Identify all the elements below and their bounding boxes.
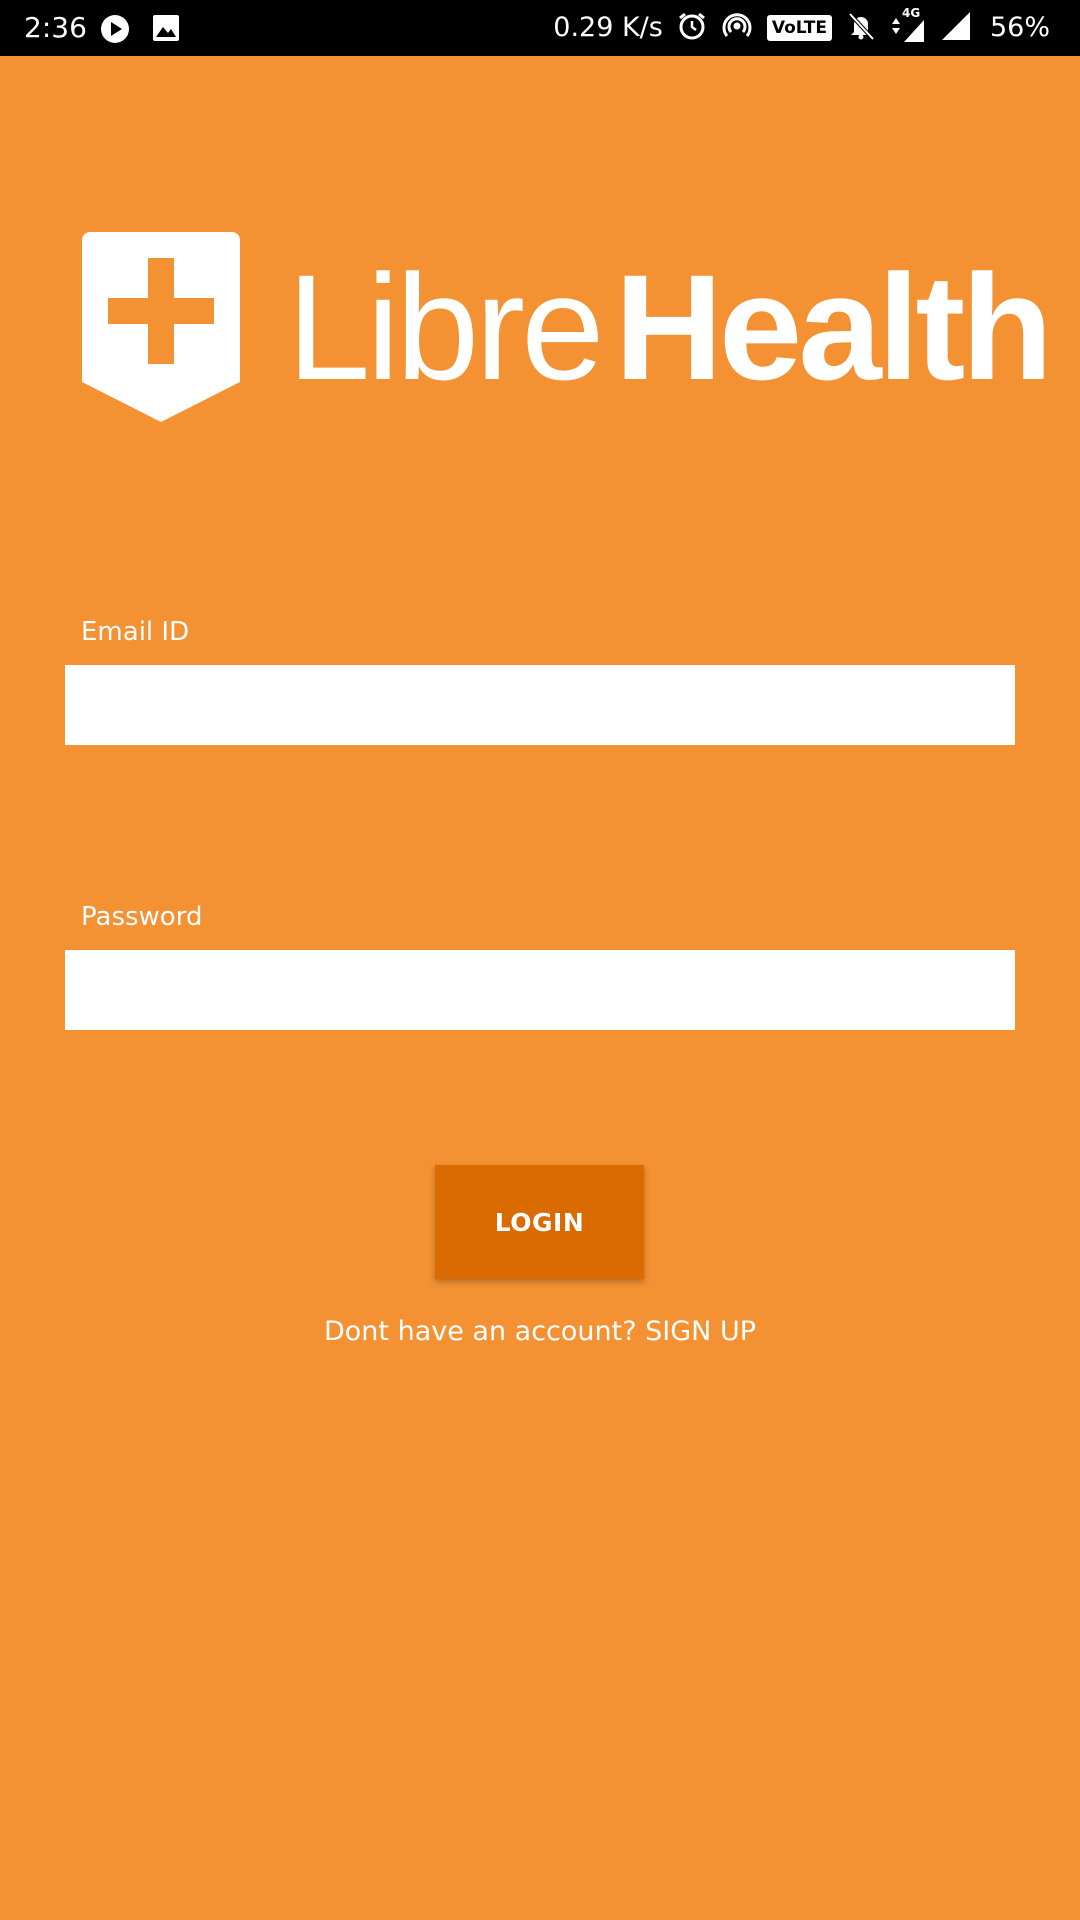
- status-right: 0.29 K/s VoLTE 4G 56%: [553, 6, 1050, 48]
- data-arrows-icon: 4G: [890, 6, 926, 44]
- password-label: Password: [81, 902, 203, 932]
- logo-text-health: Health: [614, 242, 1053, 411]
- login-button[interactable]: LOGIN: [435, 1165, 644, 1279]
- signal-icon: [940, 10, 972, 46]
- status-time: 2:36: [24, 11, 87, 44]
- hotspot-icon: [721, 10, 753, 46]
- email-label: Email ID: [81, 617, 190, 647]
- alarm-icon: [677, 11, 707, 45]
- shield-cross-icon: [82, 232, 240, 422]
- bell-off-icon: [846, 11, 876, 45]
- email-input[interactable]: [65, 665, 1015, 745]
- volte-icon: VoLTE: [766, 15, 832, 41]
- status-bar: 2:36 0.29 K/s VoLTE 4G 56%: [0, 0, 1080, 56]
- librehealth-logo: Libre Health: [82, 232, 1053, 422]
- battery-level: 56%: [989, 12, 1050, 43]
- logo-text-libre: Libre: [287, 242, 605, 411]
- play-icon: [100, 14, 130, 48]
- password-input[interactable]: [65, 950, 1015, 1030]
- signup-line: Dont have an account? SIGN UP: [0, 1314, 1080, 1350]
- logo-wordmark: Libre Health: [287, 232, 1053, 422]
- image-icon: [152, 14, 180, 48]
- signup-prompt: Dont have an account?: [323, 1316, 637, 1347]
- signup-link[interactable]: SIGN UP: [645, 1316, 756, 1347]
- status-left-icons: [100, 14, 180, 48]
- network-speed: 0.29 K/s: [553, 12, 663, 43]
- network-type: 4G: [901, 6, 921, 20]
